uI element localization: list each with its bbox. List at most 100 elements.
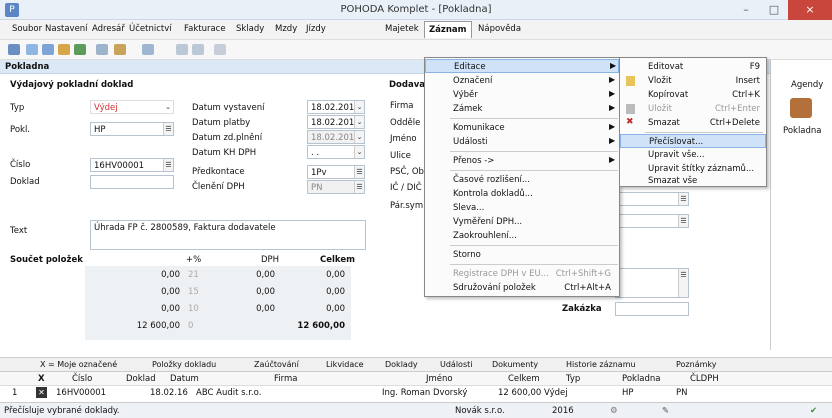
menu-majetek[interactable]: Majetek	[385, 24, 419, 34]
menu-zaznam[interactable]: Záznam	[424, 21, 472, 38]
zakazka-field[interactable]	[615, 302, 689, 316]
tab-udalosti[interactable]: Události	[440, 360, 472, 369]
cashbox-icon[interactable]	[790, 98, 812, 118]
menu-item-vlozit[interactable]: Vložit Insert	[620, 74, 766, 88]
toolbar-icon[interactable]	[176, 44, 188, 55]
toolbar-icon[interactable]	[26, 44, 38, 55]
chevron-down-icon[interactable]: ⌄	[354, 116, 364, 128]
toolbar-icon[interactable]	[58, 44, 70, 55]
pen-icon[interactable]: ✎	[662, 406, 669, 416]
toolbar-icon[interactable]	[142, 44, 154, 55]
col-cislo[interactable]: Číslo	[72, 374, 92, 384]
menu-item-vyber[interactable]: Výběr ▶	[425, 88, 619, 102]
tab-historie-zaznamu[interactable]: Historie záznamu	[566, 360, 636, 369]
menu-item-oznaceni[interactable]: Označení ▶	[425, 74, 619, 88]
menu-soubor[interactable]: Soubor	[12, 24, 42, 34]
menu-nastaveni[interactable]: Nastavení	[45, 24, 88, 34]
toolbar-icon[interactable]	[192, 44, 204, 55]
agenda-item-pokladna[interactable]: Pokladna	[783, 126, 822, 136]
menu-adresar[interactable]: Adresář	[92, 24, 125, 34]
menu-item-registrace-dph-eu[interactable]: Registrace DPH v EU... Ctrl+Shift+G	[425, 267, 619, 281]
tab-polozky-dokladu[interactable]: Položky dokladu	[152, 360, 216, 369]
menu-item-sdruzovani-polozek[interactable]: Sdružování položek Ctrl+Alt+A	[425, 281, 619, 295]
maximize-button[interactable]: □	[760, 0, 788, 20]
col-datum[interactable]: Datum	[170, 374, 199, 384]
typ-select[interactable]: Výdej ⌄	[90, 100, 174, 114]
menu-item-sleva[interactable]: Sleva...	[425, 201, 619, 215]
toolbar-icon[interactable]	[114, 44, 126, 55]
menu-item-upravit-vse[interactable]: Upravit vše...	[620, 148, 766, 162]
menu-fakturace[interactable]: Fakturace	[184, 24, 226, 34]
tab-doklady[interactable]: Doklady	[385, 360, 418, 369]
datum-vystaveni-field[interactable]: 18.02.2016 ⌄	[307, 100, 365, 114]
gear-icon[interactable]: ⚙	[610, 406, 618, 416]
list-icon[interactable]: ☰	[354, 181, 364, 193]
menu-item-casove-rozliseni[interactable]: Časové rozlišení...	[425, 173, 619, 187]
col-jmeno[interactable]: Jméno	[426, 374, 453, 384]
list-icon[interactable]: ☰	[354, 166, 364, 178]
tab-dokumenty[interactable]: Dokumenty	[492, 360, 538, 369]
table-row[interactable]: 1 ✕ 16HV00001 18.02.16 ABC Audit s.r.o. …	[0, 386, 832, 400]
col-x[interactable]: X	[38, 374, 45, 384]
pokl-field[interactable]: HP ☰	[90, 122, 174, 136]
list-icon[interactable]: ☰	[678, 215, 688, 227]
menu-item-smazat-vse[interactable]: Smazat vše	[620, 176, 766, 186]
tab-poznamky[interactable]: Poznámky	[676, 360, 716, 369]
datum-platby-field[interactable]: 18.02.2016 ⌄	[307, 115, 365, 129]
toolbar-icon[interactable]	[214, 44, 226, 55]
predkontace-field[interactable]: 1Pv ☰	[307, 165, 365, 179]
menu-sklady[interactable]: Sklady	[236, 24, 264, 34]
menu-item-komunikace[interactable]: Komunikace ▶	[425, 121, 619, 135]
checkbox-mark-icon[interactable]: ✕	[36, 387, 47, 398]
text-field[interactable]: Úhrada FP č. 2800589, Faktura dodavatele	[90, 220, 366, 250]
menu-napoveda[interactable]: Nápověda	[478, 24, 521, 34]
doklad-field[interactable]	[90, 175, 174, 189]
list-icon[interactable]: ☰	[163, 123, 173, 135]
menu-item-precislovat[interactable]: Přečíslovat...	[620, 134, 766, 148]
list-icon[interactable]: ☰	[678, 193, 688, 205]
ic-dic-field[interactable]: ☰	[615, 192, 689, 206]
tab-likvidace[interactable]: Likvidace	[326, 360, 364, 369]
menu-mzdy[interactable]: Mzdy	[275, 24, 297, 34]
menu-item-zaokrouhleni[interactable]: Zaokrouhlení...	[425, 229, 619, 243]
chevron-down-icon[interactable]: ⌄	[354, 146, 364, 158]
toolbar-icon[interactable]	[42, 44, 54, 55]
par-sym-field[interactable]: ☰	[615, 214, 689, 228]
toolbar-icon[interactable]	[74, 44, 86, 55]
cleneni-field[interactable]: PN ☰	[307, 180, 365, 194]
close-button[interactable]: ×	[788, 0, 832, 20]
col-celkem[interactable]: Celkem	[508, 374, 540, 384]
menu-item-storno[interactable]: Storno	[425, 248, 619, 262]
menu-item-editovat[interactable]: Editovat F9	[620, 60, 766, 74]
cislo-field[interactable]: 16HV00001 ☰	[90, 158, 174, 172]
chevron-down-icon[interactable]: ⌄	[354, 131, 364, 143]
menu-item-smazat[interactable]: ✖ Smazat Ctrl+Delete	[620, 116, 766, 130]
col-pokladna[interactable]: Pokladna	[622, 374, 661, 384]
col-cldph[interactable]: ČLDPH	[690, 374, 719, 384]
col-firma[interactable]: Firma	[274, 374, 297, 384]
menu-item-upravit-stitky[interactable]: Upravit štítky záznamů...	[620, 162, 766, 176]
list-icon[interactable]: ☰	[163, 159, 173, 171]
menu-item-ulozit[interactable]: Uložit Ctrl+Enter	[620, 102, 766, 116]
col-doklad[interactable]: Doklad	[126, 374, 156, 384]
menu-item-zamek[interactable]: Zámek ▶	[425, 102, 619, 116]
check-icon[interactable]: ✔	[810, 406, 817, 416]
datum-kh-field[interactable]: . . ⌄	[307, 145, 365, 159]
menu-jizdy[interactable]: Jízdy	[306, 24, 326, 34]
menu-item-kontrola-dokladu[interactable]: Kontrola dokladů...	[425, 187, 619, 201]
tab-moje-oznacene[interactable]: X = Moje označené	[40, 360, 117, 369]
menu-ucetnictvi[interactable]: Účetnictví	[129, 24, 172, 34]
list-icon[interactable]: ☰	[678, 269, 688, 297]
lookup-fields[interactable]: ☰	[615, 268, 689, 298]
menu-item-prenos[interactable]: Přenos -> ▶	[425, 154, 619, 168]
toolbar-icon[interactable]	[8, 44, 20, 55]
menu-item-editace[interactable]: Editace ▶	[425, 59, 619, 73]
tab-zauctovani[interactable]: Zaúčtování	[254, 360, 299, 369]
toolbar-icon[interactable]	[96, 44, 108, 55]
menu-item-udalosti[interactable]: Události ▶	[425, 135, 619, 149]
menu-item-kopirovat[interactable]: Kopírovat Ctrl+K	[620, 88, 766, 102]
col-typ[interactable]: Typ	[566, 374, 580, 384]
menu-item-vymereni-dph[interactable]: Vyměření DPH...	[425, 215, 619, 229]
chevron-down-icon[interactable]: ⌄	[354, 101, 364, 113]
datum-zd-field[interactable]: 18.02.2016 ⌄	[307, 130, 365, 144]
